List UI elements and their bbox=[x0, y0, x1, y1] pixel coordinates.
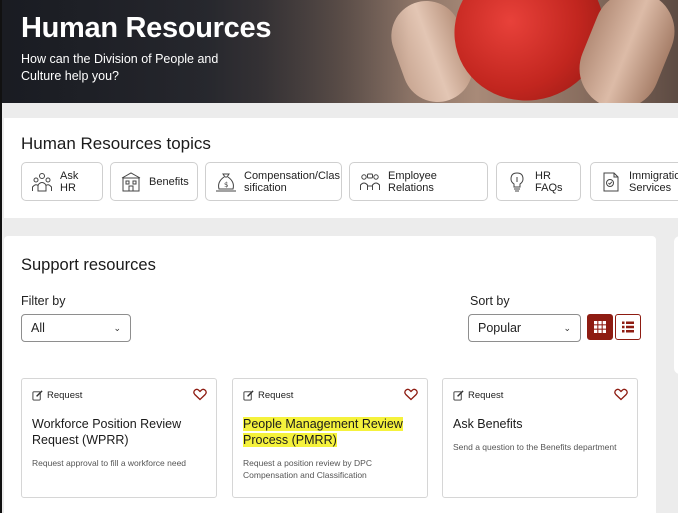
lightbulb-icon bbox=[510, 171, 524, 191]
support-resources-section: Support resources Filter by All ⌄ Sort b… bbox=[4, 236, 656, 513]
highlighted-title: People Management Review Process (PMRR) bbox=[243, 417, 403, 447]
document-check-icon bbox=[603, 172, 619, 191]
edit-icon bbox=[32, 390, 43, 401]
edit-icon bbox=[243, 390, 254, 401]
filter-label: Filter by bbox=[21, 294, 66, 308]
card-tag: Request bbox=[453, 390, 503, 401]
page-title: Human Resources bbox=[21, 12, 272, 44]
resource-card-ask-benefits[interactable]: Request Ask Benefits Send a question to … bbox=[442, 378, 638, 498]
sort-label: Sort by bbox=[470, 294, 510, 308]
chevron-down-icon: ⌄ bbox=[113, 322, 121, 333]
card-description: Request approval to fill a workforce nee… bbox=[32, 458, 187, 468]
page-subtitle: How can the Division of People and Cultu… bbox=[21, 52, 219, 83]
grid-icon bbox=[594, 321, 606, 333]
favorite-heart-icon[interactable] bbox=[404, 388, 418, 401]
grid-view-button[interactable] bbox=[587, 314, 613, 340]
topic-label: Immigration Services bbox=[629, 169, 678, 194]
list-icon bbox=[622, 321, 634, 333]
topics-heading: Human Resources topics bbox=[21, 134, 211, 153]
people-group-icon bbox=[32, 172, 52, 191]
topic-ask-hr[interactable]: Ask HR bbox=[21, 162, 103, 201]
topics-section: Human Resources topics Ask HR Benefits $… bbox=[4, 118, 678, 218]
favorite-heart-icon[interactable] bbox=[193, 388, 207, 401]
chevron-down-icon: ⌄ bbox=[563, 322, 571, 333]
topic-compensation[interactable]: $ Compensation/Clas sification bbox=[205, 162, 342, 201]
building-icon bbox=[121, 171, 141, 191]
sort-select[interactable]: Popular ⌄ bbox=[468, 314, 581, 342]
card-description: Send a question to the Benefits departme… bbox=[453, 442, 617, 452]
hero-banner: Human Resources How can the Division of … bbox=[2, 0, 678, 103]
support-heading: Support resources bbox=[21, 256, 156, 274]
filter-value: All bbox=[31, 321, 45, 335]
topic-label: Ask HR bbox=[60, 169, 79, 194]
topic-immigration[interactable]: Immigration Services bbox=[590, 162, 678, 201]
side-panel bbox=[674, 236, 678, 374]
card-tag: Request bbox=[32, 390, 82, 401]
card-tag: Request bbox=[243, 390, 293, 401]
sort-value: Popular bbox=[478, 321, 522, 335]
resource-card-wprr[interactable]: Request Workforce Position Review Reques… bbox=[21, 378, 217, 498]
card-title: People Management Review Process (PMRR) bbox=[243, 416, 423, 448]
money-bag-icon: $ bbox=[216, 173, 236, 191]
card-description: Request a position review by DPC Compens… bbox=[243, 458, 372, 480]
card-title: Workforce Position Review Request (WPRR) bbox=[32, 417, 182, 447]
topic-hr-faqs[interactable]: HR FAQs bbox=[496, 162, 581, 201]
topic-label: Employee Relations bbox=[388, 169, 437, 194]
topic-benefits[interactable]: Benefits bbox=[110, 162, 198, 201]
page: Human Resources How can the Division of … bbox=[0, 0, 678, 513]
favorite-heart-icon[interactable] bbox=[614, 388, 628, 401]
resource-card-pmrr[interactable]: Request People Management Review Process… bbox=[232, 378, 428, 498]
topic-label: HR FAQs bbox=[535, 169, 563, 194]
svg-text:$: $ bbox=[224, 181, 228, 189]
topic-employee-relations[interactable]: Employee Relations bbox=[349, 162, 488, 201]
people-relations-icon bbox=[360, 173, 380, 190]
edit-icon bbox=[453, 390, 464, 401]
topic-label: Compensation/Clas sification bbox=[244, 169, 340, 194]
topic-label: Benefits bbox=[149, 175, 189, 188]
card-title: Ask Benefits bbox=[453, 417, 523, 431]
list-view-button[interactable] bbox=[615, 314, 641, 340]
filter-select[interactable]: All ⌄ bbox=[21, 314, 131, 342]
